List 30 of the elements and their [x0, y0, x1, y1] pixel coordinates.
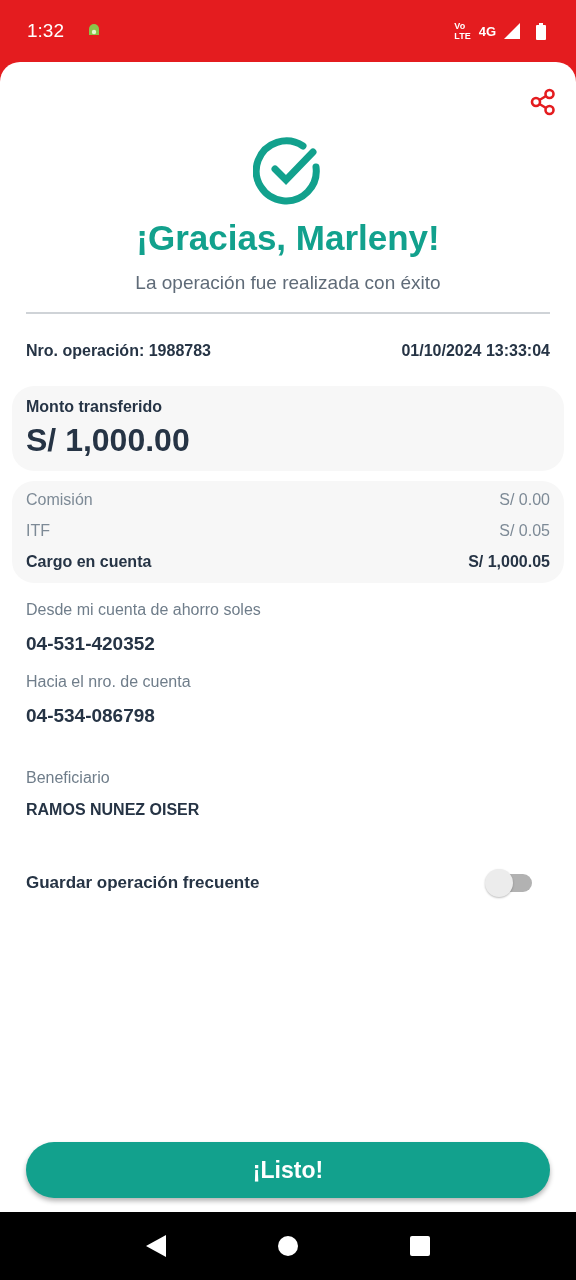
charge-label: Comisión — [26, 491, 93, 509]
success-subtitle: La operación fue realizada con éxito — [135, 272, 441, 294]
operation-number: Nro. operación: 1988783 — [26, 342, 211, 360]
detail-label: Beneficiario — [26, 769, 111, 787]
charge-label: Cargo en cuenta — [26, 553, 152, 571]
detail-value: RAMOS NUNEZ OISER — [26, 801, 201, 819]
amount-label: Monto transferido — [26, 398, 163, 416]
charge-label: ITF — [26, 522, 50, 540]
back-icon[interactable] — [145, 1234, 167, 1258]
check-circle-icon — [253, 136, 323, 206]
amount-value: S/ 1,000.00 — [26, 422, 191, 459]
signal-icon — [504, 23, 520, 39]
detail-value: 04-531-420352 — [26, 633, 156, 655]
recents-icon[interactable] — [409, 1235, 431, 1257]
status-time: 1:32 — [27, 20, 64, 42]
detail-value: 04-534-086798 — [26, 705, 156, 727]
detail-label: Hacia el nro. de cuenta — [26, 673, 192, 691]
charge-value: S/ 0.05 — [499, 522, 550, 540]
network-type: 4G — [478, 23, 496, 39]
battery-icon — [536, 22, 546, 40]
save-frequent-label: Guardar operación frecuente — [26, 873, 260, 893]
charge-value: S/ 1,000.05 — [468, 553, 550, 571]
charge-value: S/ 0.00 — [499, 491, 550, 509]
success-title: ¡Gracias, Marleny! — [136, 218, 440, 258]
done-button[interactable]: ¡Listo! — [26, 1142, 550, 1198]
operation-datetime: 01/10/2024 13:33:04 — [401, 342, 550, 360]
detail-label: Desde mi cuenta de ahorro soles — [26, 601, 262, 619]
volte-indicator: Vo LTE — [454, 21, 471, 41]
share-icon[interactable] — [530, 88, 556, 116]
home-icon[interactable] — [277, 1235, 299, 1257]
